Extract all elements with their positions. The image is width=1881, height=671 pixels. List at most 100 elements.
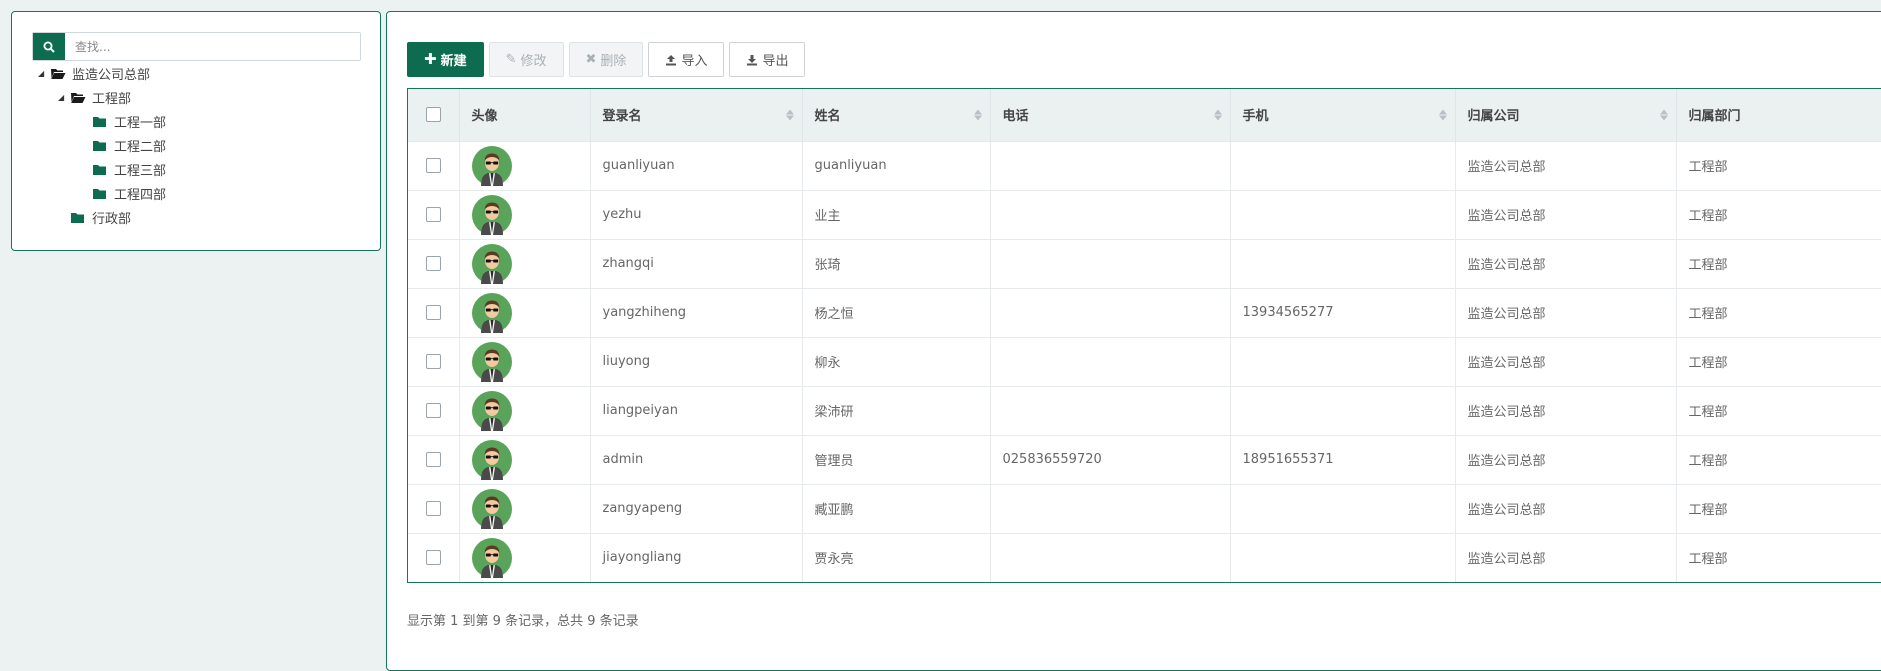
tree-node[interactable]: 工程三部 [92, 159, 166, 179]
close-icon: ✖ [585, 52, 597, 67]
cell-mobile [1230, 238, 1456, 288]
row-checkbox-cell[interactable] [408, 336, 460, 386]
folder-icon [70, 211, 86, 224]
select-all-checkbox-cell[interactable] [408, 89, 460, 141]
sort-icon[interactable] [973, 109, 982, 121]
cell-mobile: 18951655371 [1230, 434, 1456, 484]
sort-icon[interactable] [785, 109, 794, 121]
row-checkbox-cell[interactable] [408, 532, 460, 582]
tree-node[interactable]: 工程二部 [92, 135, 166, 155]
row-checkbox[interactable] [425, 550, 441, 566]
cell-mobile [1230, 532, 1456, 582]
tree-node[interactable]: 工程四部 [92, 183, 166, 203]
column-header[interactable]: 归属部门 [1676, 89, 1881, 141]
import-button[interactable]: 导入 [648, 42, 725, 77]
tree-node[interactable]: 行政部 [58, 207, 131, 227]
download-icon [747, 54, 758, 65]
table-row[interactable]: yezhu 业主 监造公司总部 工程部 [408, 189, 1881, 239]
cell-login: yangzhiheng [590, 287, 803, 337]
folder-icon [92, 187, 108, 200]
avatar [471, 292, 512, 333]
sort-icon[interactable] [1659, 109, 1668, 121]
avatar-cell [459, 385, 591, 435]
tree-node-label: 监造公司总部 [72, 67, 151, 83]
row-checkbox[interactable] [425, 403, 441, 418]
row-checkbox[interactable] [425, 158, 441, 173]
plus-icon: ✚ [424, 50, 437, 68]
table-row[interactable]: jiayongliang 贾永亮 监造公司总部 工程部 [408, 532, 1881, 582]
cell-login: jiayongliang [590, 532, 803, 582]
cell-login: admin [590, 434, 803, 484]
folder-icon [92, 139, 108, 152]
cell-name: 臧亚鹏 [802, 483, 991, 533]
edit-icon: ✎ [505, 52, 517, 67]
cell-mobile [1230, 336, 1456, 386]
row-checkbox-cell[interactable] [408, 385, 460, 435]
column-header-label: 电话 [1002, 109, 1029, 125]
row-checkbox-cell[interactable] [408, 189, 460, 239]
cell-company: 监造公司总部 [1455, 287, 1677, 337]
tree-node[interactable]: ◢ 监造公司总部 [38, 63, 150, 83]
search-input[interactable] [65, 33, 360, 60]
column-header[interactable]: 手机 [1230, 89, 1456, 141]
table-row[interactable]: admin 管理员 025836559720 18951655371 监造公司总部 工程部 [408, 434, 1881, 484]
folder-icon [92, 115, 108, 128]
cell-company: 监造公司总部 [1455, 140, 1677, 190]
edit-button[interactable]: ✎ 修改 [488, 42, 564, 77]
table-row[interactable]: zhangqi 张琦 监造公司总部 工程部 [408, 238, 1881, 288]
row-checkbox[interactable] [425, 207, 441, 222]
cell-login: guanliyuan [590, 140, 803, 190]
row-checkbox[interactable] [425, 256, 441, 271]
cell-company: 监造公司总部 [1455, 483, 1677, 533]
cell-login: liangpeiyan [590, 385, 803, 435]
new-button[interactable]: ✚ 新建 [407, 42, 484, 77]
row-checkbox-cell[interactable] [408, 434, 460, 484]
expanded-triangle-icon[interactable]: ◢ [38, 69, 50, 78]
tree-node[interactable]: 工程一部 [92, 111, 166, 131]
sort-icon[interactable] [1438, 109, 1447, 121]
table-row[interactable]: liuyong 柳永 监造公司总部 工程部 [408, 336, 1881, 386]
sort-icon[interactable] [1213, 109, 1222, 121]
column-header[interactable]: 登录名 [590, 89, 803, 141]
row-checkbox-cell[interactable] [408, 483, 460, 533]
search-button[interactable] [33, 33, 65, 60]
cell-login: zangyapeng [590, 483, 803, 533]
cell-dept: 工程部 [1676, 189, 1881, 239]
column-header[interactable]: 电话 [990, 89, 1231, 141]
table-row[interactable]: guanliyuan guanliyuan 监造公司总部 工程部 [408, 140, 1881, 190]
row-checkbox[interactable] [425, 501, 441, 516]
table-row[interactable]: yangzhiheng 杨之恒 13934565277 监造公司总部 工程部 [408, 287, 1881, 337]
export-button[interactable]: 导出 [729, 42, 806, 77]
avatar [471, 341, 512, 382]
select-all-checkbox[interactable] [425, 107, 441, 123]
delete-button[interactable]: ✖ 删除 [568, 42, 644, 77]
cell-phone [990, 140, 1231, 190]
column-header: 头像 [459, 89, 591, 141]
cell-dept: 工程部 [1676, 336, 1881, 386]
row-checkbox-cell[interactable] [408, 238, 460, 288]
cell-phone [990, 385, 1231, 435]
row-checkbox-cell[interactable] [408, 140, 460, 190]
row-checkbox[interactable] [425, 354, 441, 369]
cell-phone [990, 336, 1231, 386]
column-header[interactable]: 姓名 [802, 89, 991, 141]
row-checkbox[interactable] [425, 305, 441, 320]
expanded-triangle-icon[interactable]: ◢ [58, 93, 70, 102]
cell-phone: 025836559720 [990, 434, 1231, 484]
cell-phone [990, 532, 1231, 582]
cell-company: 监造公司总部 [1455, 434, 1677, 484]
tree-node[interactable]: ◢ 工程部 [58, 87, 131, 107]
cell-name: 贾永亮 [802, 532, 991, 582]
cell-mobile: 13934565277 [1230, 287, 1456, 337]
row-checkbox[interactable] [425, 452, 441, 467]
column-header[interactable]: 归属公司 [1455, 89, 1677, 141]
table-row[interactable]: zangyapeng 臧亚鹏 监造公司总部 工程部 [408, 483, 1881, 533]
table-row[interactable]: liangpeiyan 梁沛研 监造公司总部 工程部 [408, 385, 1881, 435]
cell-dept: 工程部 [1676, 238, 1881, 288]
row-checkbox-cell[interactable] [408, 287, 460, 337]
cell-dept: 工程部 [1676, 434, 1881, 484]
column-header-label: 头像 [471, 109, 498, 125]
cell-dept: 工程部 [1676, 532, 1881, 582]
cell-name: 柳永 [802, 336, 991, 386]
tree-node-label: 工程部 [92, 91, 132, 107]
